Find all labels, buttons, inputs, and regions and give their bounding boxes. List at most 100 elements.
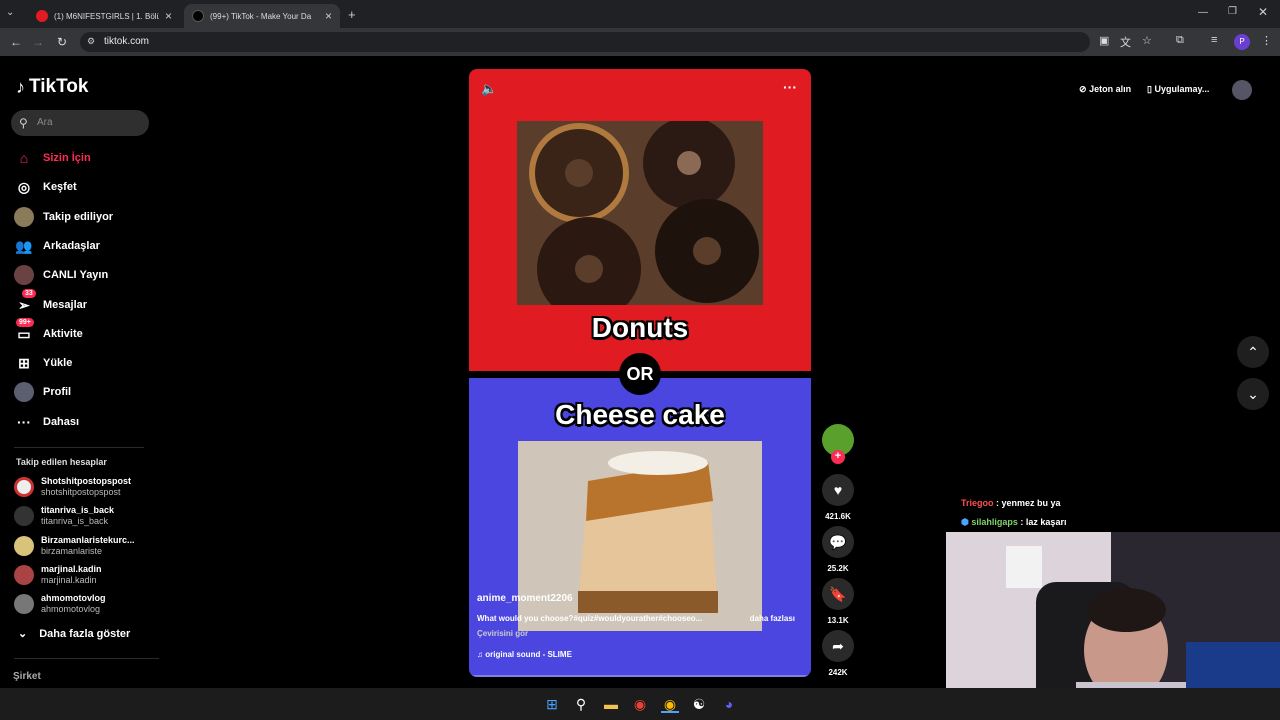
followed-account[interactable]: marjinal.kadin marjinal.kadin <box>14 564 102 586</box>
tiktok-favicon-icon <box>192 10 204 22</box>
browser-menu-icon[interactable]: ⋮ <box>1261 34 1272 47</box>
followed-accounts-title: Takip edilen hesaplar <box>16 457 107 467</box>
nav-live[interactable]: CANLI Yayın <box>14 263 108 287</box>
nav-label: Aktivite <box>43 328 83 340</box>
nav-upload[interactable]: ⊞ Yükle <box>14 351 72 375</box>
logo-text: TikTok <box>29 76 89 97</box>
window-close-icon[interactable]: ✕ <box>1258 5 1268 19</box>
share-button[interactable]: ➦ 242K <box>822 630 854 677</box>
followed-account[interactable]: ahmomotovlog ahmomotovlog <box>14 593 106 615</box>
nav-label: Takip ediliyor <box>43 211 114 223</box>
account-username: titanriva_is_back <box>41 516 109 526</box>
chrome-icon[interactable]: ◉ <box>631 695 649 713</box>
video-progress-bar[interactable] <box>469 675 811 677</box>
tab-1[interactable]: (1) M6NIFESTGIRLS | 1. Bölüm - × <box>28 4 180 28</box>
account-username: ahmomotovlog <box>41 604 101 614</box>
see-more-link[interactable]: daha fazlası <box>750 614 795 623</box>
translate-icon[interactable]: 文 <box>1120 34 1131 50</box>
video-sound[interactable]: ♫ original sound - SLIME <box>477 650 807 659</box>
share-count: 242K <box>828 668 848 677</box>
tab-title: (99+) TikTok - Make Your Da <box>210 11 312 21</box>
comment-icon: 💬 <box>822 526 854 558</box>
comment-button[interactable]: 💬 25.2K <box>822 526 854 573</box>
nav-friends[interactable]: 👥 Arkadaşlar <box>14 234 100 258</box>
close-icon[interactable]: × <box>165 9 172 23</box>
url-field[interactable] <box>80 32 1090 52</box>
tiktok-logo[interactable]: ♪ TikTok <box>16 76 88 98</box>
app-icon[interactable]: ☯ <box>690 695 708 713</box>
top-caption: Donuts <box>591 312 689 343</box>
messages-badge: 33 <box>22 289 36 298</box>
chrome-active-icon[interactable]: ◉ <box>661 695 679 713</box>
follow-plus-icon[interactable]: + <box>831 450 845 464</box>
close-icon[interactable]: × <box>325 9 332 23</box>
comment-count: 25.2K <box>827 564 849 573</box>
maximize-icon[interactable]: ❐ <box>1228 6 1237 17</box>
search-icon[interactable]: ⚲ <box>572 695 590 713</box>
bookmark-star-icon[interactable]: ☆ <box>1142 34 1152 47</box>
volume-icon[interactable]: 🔈 <box>481 81 497 97</box>
followed-account[interactable]: Birzamanlaristekurc... birzamanlariste <box>14 535 135 557</box>
compass-icon: ◎ <box>17 178 31 195</box>
music-note-icon: ♫ <box>477 650 483 659</box>
video-info: anime_moment2206 What would you choose?#… <box>477 593 807 659</box>
next-video-chevron-down-icon[interactable]: ⌄ <box>1237 378 1269 410</box>
nav-messages[interactable]: ➢ 33 Mesajlar <box>14 289 87 317</box>
get-app-button[interactable]: ▯ Uygulamay... <box>1147 84 1209 95</box>
video-player[interactable]: Donuts OR Cheese cake 🔈 ··· anime_moment… <box>469 69 811 677</box>
discord-icon[interactable]: ◕ <box>720 695 738 713</box>
previous-video-chevron-up-icon[interactable]: ⌃ <box>1237 336 1269 368</box>
new-tab-icon[interactable]: + <box>348 7 356 22</box>
like-button[interactable]: ♥ 421.6K <box>822 474 854 521</box>
nav-for-you[interactable]: ⌂ Sizin İçin <box>14 146 91 170</box>
reading-list-icon[interactable]: ≡ <box>1211 34 1217 46</box>
more-options-icon[interactable]: ··· <box>783 79 797 95</box>
nav-label: Dahası <box>43 416 80 428</box>
user-avatar[interactable] <box>1232 80 1252 100</box>
profile-avatar <box>14 382 34 402</box>
tab-search-icon[interactable]: ⌄ <box>6 7 14 18</box>
windows-start-icon[interactable]: ⊞ <box>543 695 561 713</box>
nav-profile[interactable]: Profil <box>14 380 71 404</box>
account-username: birzamanlariste <box>41 546 103 556</box>
tab-2-active[interactable]: (99+) TikTok - Make Your Da × <box>184 4 340 28</box>
minimize-icon[interactable]: — <box>1198 7 1208 18</box>
account-name: marjinal.kadin <box>41 564 102 574</box>
reload-icon[interactable]: ↻ <box>54 34 70 50</box>
sound-name: original sound - SLIME <box>485 650 572 659</box>
video-username[interactable]: anime_moment2206 <box>477 593 807 604</box>
followed-account[interactable]: titanriva_is_back titanriva_is_back <box>14 505 114 527</box>
file-explorer-icon[interactable]: ▬ <box>602 695 620 713</box>
site-info-icon[interactable]: ⚙ <box>87 36 95 47</box>
chat-username: Triegoo <box>961 498 994 508</box>
browser-profile-icon[interactable]: P <box>1234 34 1250 50</box>
cast-icon[interactable]: ▣ <box>1099 34 1109 47</box>
account-name: Shotshitpostopspost <box>41 476 131 486</box>
back-icon[interactable]: ← <box>8 34 24 50</box>
like-count: 421.6K <box>825 512 851 521</box>
account-name: ahmomotovlog <box>41 593 106 603</box>
show-more-button[interactable]: ⌄ Daha fazla göster <box>18 627 130 641</box>
app-label: Uygulamay... <box>1154 84 1210 94</box>
search-input[interactable] <box>11 110 149 136</box>
phone-icon: ▯ <box>1147 84 1152 94</box>
nav-label: Sizin İçin <box>43 152 91 164</box>
nav-following[interactable]: Takip ediliyor <box>14 205 113 229</box>
nav-activity[interactable]: ▭ 99+ Aktivite <box>14 318 83 346</box>
save-button[interactable]: 🔖 13.1K <box>822 578 854 625</box>
youtube-icon <box>36 10 48 22</box>
forward-icon[interactable]: → <box>30 34 46 50</box>
company-link[interactable]: Şirket <box>13 671 41 682</box>
search-icon: ⚲ <box>19 116 28 130</box>
friends-icon: 👥 <box>15 237 33 254</box>
extensions-icon[interactable]: ⧉ <box>1176 34 1184 47</box>
upload-plus-icon: ⊞ <box>18 354 30 371</box>
followed-account[interactable]: Shotshitpostopspost shotshitpostopspost <box>14 476 131 498</box>
nav-explore[interactable]: ◎ Keşfet <box>14 175 77 199</box>
see-translation-link[interactable]: Çevirisini gör <box>477 629 807 638</box>
nav-more[interactable]: ··· Dahası <box>14 410 79 434</box>
get-coins-button[interactable]: ⊘ Jeton alın <box>1079 84 1131 95</box>
account-avatar <box>14 594 34 614</box>
account-avatar <box>14 477 34 497</box>
account-name: Birzamanlaristekurc... <box>41 535 135 545</box>
